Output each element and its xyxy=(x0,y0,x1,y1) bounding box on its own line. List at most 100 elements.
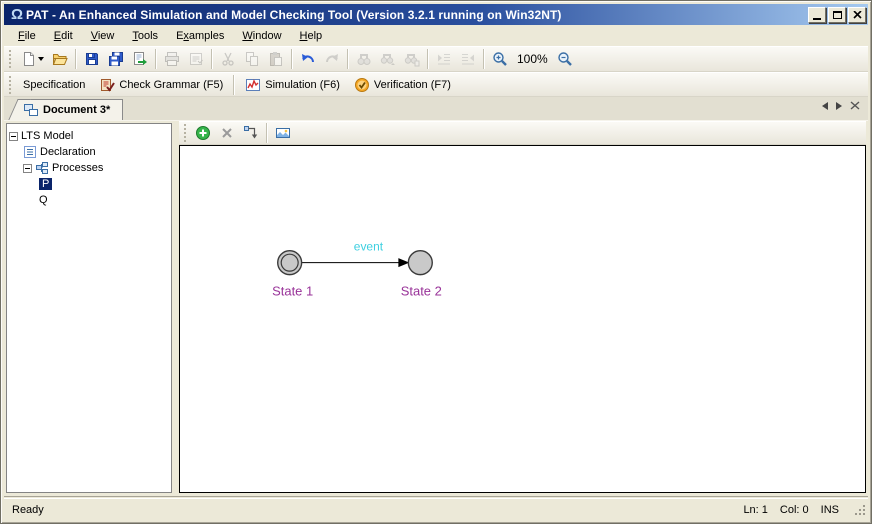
maximize-button[interactable] xyxy=(828,7,846,23)
outdent-icon xyxy=(460,51,476,67)
delete-button[interactable] xyxy=(215,122,239,144)
document-tab-strip: Document 3* xyxy=(4,97,868,121)
tab-document-3[interactable]: Document 3* xyxy=(18,99,123,120)
transition-label[interactable]: event xyxy=(354,240,384,254)
print-icon xyxy=(164,51,180,67)
status-bar: Ready Ln: 1 Col: 0 INS xyxy=(4,499,868,520)
menu-view[interactable]: View xyxy=(83,28,123,44)
export-button[interactable] xyxy=(128,48,152,70)
scroll-tabs-left-icon[interactable] xyxy=(822,102,828,110)
copy-button xyxy=(240,48,264,70)
close-icon xyxy=(853,11,862,19)
export-image-button[interactable] xyxy=(271,122,295,144)
new-document-dropdown-icon xyxy=(38,57,44,61)
tab-navigation xyxy=(822,101,860,110)
main-toolbar: 100% xyxy=(4,46,868,72)
add-transition-button[interactable] xyxy=(239,122,263,144)
outdent-button xyxy=(456,48,480,70)
title-bar[interactable]: Ω PAT - An Enhanced Simulation and Model… xyxy=(4,4,868,25)
toolbar-grip[interactable] xyxy=(8,50,13,68)
indent-button xyxy=(432,48,456,70)
toolbar-separator xyxy=(155,49,157,69)
find-icon xyxy=(356,51,372,67)
minimize-icon xyxy=(813,18,821,20)
menu-examples[interactable]: Examples xyxy=(168,28,232,44)
state-2-label[interactable]: State 2 xyxy=(401,284,442,299)
close-tab-icon[interactable] xyxy=(850,101,860,110)
menu-file[interactable]: File xyxy=(10,28,44,44)
copy-icon xyxy=(244,51,260,67)
tree-item-p[interactable]: P xyxy=(39,176,169,192)
maximize-icon xyxy=(833,11,842,19)
close-button[interactable] xyxy=(848,7,866,23)
undo-button[interactable] xyxy=(296,48,320,70)
verification-button[interactable]: Verification (F7) xyxy=(347,73,458,97)
declaration-icon xyxy=(23,145,37,159)
zoom-in-button[interactable] xyxy=(488,48,512,70)
menu-window[interactable]: Window xyxy=(234,28,289,44)
processes-icon xyxy=(35,161,49,175)
find-next-icon xyxy=(380,51,396,67)
resize-grip[interactable] xyxy=(853,503,866,516)
minimize-button[interactable] xyxy=(808,7,826,23)
tree-item-processes[interactable]: Processes xyxy=(23,160,169,176)
zoom-level: 100% xyxy=(512,52,553,66)
add-transition-icon xyxy=(243,125,259,141)
app-logo-icon: Ω xyxy=(8,6,26,24)
status-insert-mode: INS xyxy=(821,504,839,516)
status-column: Col: 0 xyxy=(780,504,809,516)
collapse-icon[interactable] xyxy=(23,164,32,173)
print-button xyxy=(160,48,184,70)
tree-item-lts-model[interactable]: LTS Model xyxy=(9,128,169,144)
document-diagram-icon xyxy=(23,102,39,118)
new-document-button[interactable] xyxy=(16,48,48,70)
find-in-files-button xyxy=(400,48,424,70)
new-document-icon xyxy=(21,51,37,67)
check-grammar-button[interactable]: Check Grammar (F5) xyxy=(92,73,230,97)
save-icon xyxy=(84,51,100,67)
undo-icon xyxy=(300,51,316,67)
status-line: Ln: 1 xyxy=(743,504,767,516)
save-all-button[interactable] xyxy=(104,48,128,70)
zoom-out-button[interactable] xyxy=(553,48,577,70)
menu-tools[interactable]: Tools xyxy=(124,28,166,44)
diagram-toolbar xyxy=(179,121,866,145)
toolbar-grip[interactable] xyxy=(8,76,13,94)
collapse-icon[interactable] xyxy=(9,132,18,141)
scroll-tabs-right-icon[interactable] xyxy=(836,102,842,110)
save-button[interactable] xyxy=(80,48,104,70)
menu-help[interactable]: Help xyxy=(292,28,331,44)
verification-icon xyxy=(354,77,370,93)
add-state-button[interactable] xyxy=(191,122,215,144)
state-2-node[interactable] xyxy=(408,251,432,275)
state-1-label[interactable]: State 1 xyxy=(272,284,313,299)
main-area: LTS Model Declaration Processes P Q xyxy=(4,121,868,495)
menu-edit[interactable]: Edit xyxy=(46,28,81,44)
toolbar-separator xyxy=(233,75,235,95)
export-image-icon xyxy=(275,125,291,141)
open-folder-icon xyxy=(52,51,68,67)
tree-item-declaration[interactable]: Declaration xyxy=(23,144,169,160)
cut-icon xyxy=(220,51,236,67)
find-button xyxy=(352,48,376,70)
specification-button[interactable]: Specification xyxy=(16,75,92,95)
add-state-icon xyxy=(195,125,211,141)
toolbar-separator xyxy=(427,49,429,69)
selected-tree-label: P xyxy=(39,178,52,190)
latex-export-button xyxy=(184,48,208,70)
export-icon xyxy=(132,51,148,67)
model-tree-panel[interactable]: LTS Model Declaration Processes P Q xyxy=(6,123,172,493)
diagram-canvas[interactable]: event State 1 State 2 xyxy=(179,145,866,493)
redo-button xyxy=(320,48,344,70)
delete-icon xyxy=(219,125,235,141)
simulation-button[interactable]: Simulation (F6) xyxy=(238,73,347,97)
diagram-editor: event State 1 State 2 xyxy=(179,121,866,493)
toolbar-grip[interactable] xyxy=(183,124,188,142)
status-message: Ready xyxy=(12,504,44,516)
toolbar-separator xyxy=(266,123,268,143)
indent-icon xyxy=(436,51,452,67)
lts-diagram: event State 1 State 2 xyxy=(180,146,865,492)
open-button[interactable] xyxy=(48,48,72,70)
window-title: PAT - An Enhanced Simulation and Model C… xyxy=(26,8,802,22)
tree-item-q[interactable]: Q xyxy=(39,192,169,208)
